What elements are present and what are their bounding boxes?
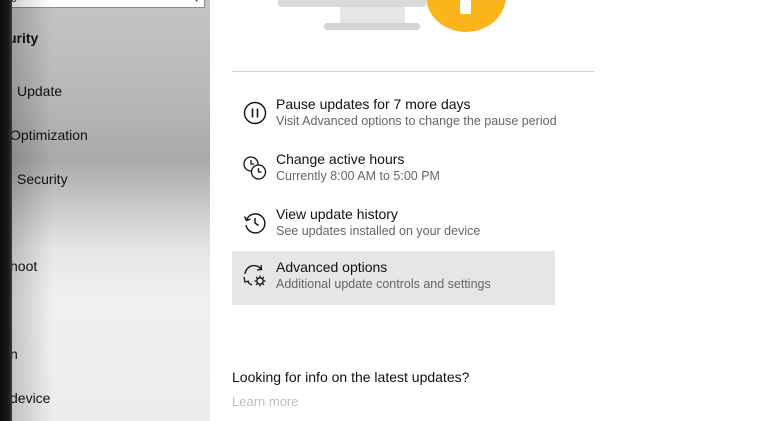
view-update-history-option[interactable]: View update history See updates installe…	[232, 198, 555, 252]
option-title: Pause updates for 7 more days	[276, 96, 471, 112]
monitor-stand-base	[324, 23, 420, 30]
section-divider	[232, 71, 594, 72]
option-title: Change active hours	[276, 151, 405, 167]
monitor-stand-neck	[340, 7, 405, 23]
warning-icon	[426, 0, 506, 32]
sidebar-item-label: n	[12, 346, 18, 362]
sidebar-item-label: Security	[17, 171, 68, 187]
sidebar-item-label: device	[12, 390, 51, 406]
sidebar-section-heading: urity	[12, 30, 39, 46]
learn-more-link[interactable]: Learn more	[232, 394, 298, 409]
pause-icon	[243, 101, 267, 125]
sidebar-item-activation[interactable]: n	[12, 334, 210, 374]
monitor-icon	[278, 0, 426, 7]
active-hours-icon	[243, 156, 267, 180]
sidebar-item-label: hoot	[12, 258, 38, 274]
sidebar-item-windows-security[interactable]: Security	[12, 159, 210, 199]
warning-exclamation	[460, 0, 471, 14]
advanced-settings-icon	[243, 264, 266, 287]
sidebar-item-label: Update	[17, 83, 63, 99]
sidebar-item-label: Optimization	[12, 127, 88, 143]
sidebar-item-find-my-device[interactable]: device	[12, 378, 210, 418]
option-subtitle: Additional update controls and settings	[276, 277, 491, 291]
advanced-options-option[interactable]: Advanced options Additional update contr…	[232, 251, 555, 305]
history-icon	[243, 213, 266, 234]
sidebar-item-delivery-optimization[interactable]: Optimization	[12, 115, 210, 155]
change-active-hours-option[interactable]: Change active hours Currently 8:00 AM to…	[232, 143, 555, 197]
option-subtitle: Currently 8:00 AM to 5:00 PM	[276, 169, 440, 183]
search-input-text: ɔ	[12, 0, 17, 5]
sidebar-item-windows-update[interactable]: Update	[12, 71, 210, 111]
search-icon[interactable]	[189, 0, 198, 2]
option-title: Advanced options	[276, 259, 388, 275]
sidebar-item-troubleshoot[interactable]: hoot	[12, 246, 210, 286]
pause-updates-option[interactable]: Pause updates for 7 more days Visit Adva…	[232, 88, 557, 142]
option-subtitle: Visit Advanced options to change the pau…	[276, 114, 557, 128]
window-left-edge	[0, 0, 12, 421]
option-subtitle: See updates installed on your device	[276, 224, 481, 238]
sidebar: ɔ urity Update Optimization Security hoo…	[12, 0, 210, 421]
latest-updates-heading: Looking for info on the latest updates?	[232, 369, 470, 385]
search-input[interactable]: ɔ	[12, 0, 205, 8]
option-title: View update history	[276, 206, 398, 222]
